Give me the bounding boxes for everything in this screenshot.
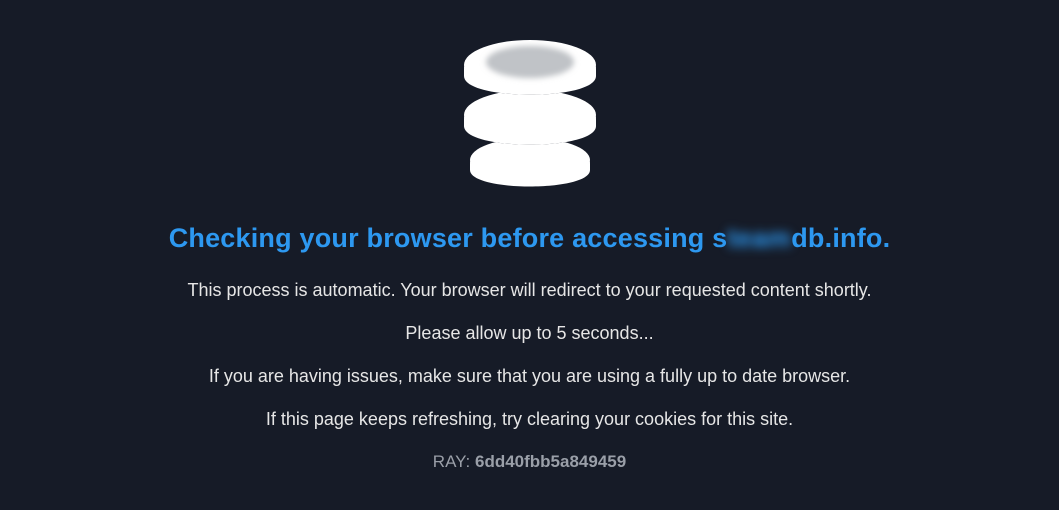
message-wait: Please allow up to 5 seconds...: [0, 323, 1059, 344]
ray-label: RAY:: [433, 452, 475, 471]
interstitial-page: Checking your browser before accessing s…: [0, 0, 1059, 472]
headline-suffix: db.info.: [791, 223, 890, 253]
message-browser: If you are having issues, make sure that…: [0, 366, 1059, 387]
message-automatic: This process is automatic. Your browser …: [0, 280, 1059, 301]
headline-redacted: team: [727, 223, 791, 253]
headline-prefix: Checking your browser before accessing s: [169, 223, 728, 253]
message-cookies: If this page keeps refreshing, try clear…: [0, 409, 1059, 430]
headline: Checking your browser before accessing s…: [0, 223, 1059, 254]
ray-id: RAY: 6dd40fbb5a849459: [0, 452, 1059, 472]
database-logo-icon: [450, 20, 610, 205]
ray-value: 6dd40fbb5a849459: [475, 452, 626, 471]
